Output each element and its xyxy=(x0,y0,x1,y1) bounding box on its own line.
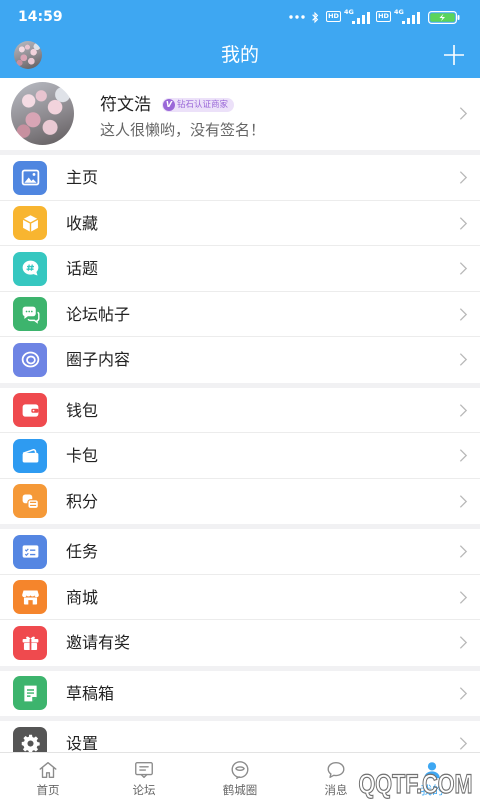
menu-group: 设置 xyxy=(0,721,480,752)
top-bar: 我的 xyxy=(0,36,480,78)
chevron-right-icon xyxy=(459,170,468,185)
menu-item-mall[interactable]: 商城 xyxy=(0,575,480,620)
menu-item-label: 论坛帖子 xyxy=(66,304,131,324)
menu-item-settings[interactable]: 设置 xyxy=(0,721,480,752)
menu-item-label: 积分 xyxy=(66,491,99,511)
card-icon xyxy=(13,438,47,473)
user-signature: 这人很懒哟，没有签名！ xyxy=(100,121,266,139)
coins-icon xyxy=(13,484,47,519)
store-icon xyxy=(13,580,47,615)
tab-label: 鹤城圈 xyxy=(222,783,258,797)
battery-charging-icon xyxy=(428,11,460,24)
hd-voice-icon: HD xyxy=(376,11,391,22)
menu-item-tasks[interactable]: 任务 xyxy=(0,529,480,575)
menu-item-invite-rewards[interactable]: 邀请有奖 xyxy=(0,620,480,666)
profile-card[interactable]: 符文浩 V 钻石认证商家 这人很懒哟，没有签名！ xyxy=(0,78,480,150)
badge-label: 钻石认证商家 xyxy=(177,100,229,110)
main-content: 符文浩 V 钻石认证商家 这人很懒哟，没有签名！ 主页 收藏 话题 论坛帖子 圈… xyxy=(0,78,480,752)
forum-board-icon xyxy=(133,759,155,781)
draft-icon xyxy=(13,676,47,711)
watermark: QQTF.COM xyxy=(358,768,473,799)
menu-item-forum-posts[interactable]: 论坛帖子 xyxy=(0,292,480,337)
chevron-right-icon xyxy=(459,635,468,650)
chevron-right-icon xyxy=(459,106,468,121)
plus-icon[interactable] xyxy=(442,43,466,67)
menu-item-points[interactable]: 积分 xyxy=(0,479,480,525)
chevron-right-icon xyxy=(459,403,468,418)
menu-item-label: 邀请有奖 xyxy=(66,633,131,652)
circle-chat-icon xyxy=(229,759,251,781)
tab-home[interactable]: 首页 xyxy=(0,753,96,800)
menu-item-label: 草稿箱 xyxy=(66,683,115,703)
menu-item-wallet[interactable]: 钱包 xyxy=(0,388,480,433)
menu-item-home[interactable]: 主页 xyxy=(0,155,480,201)
chevron-right-icon xyxy=(459,261,468,276)
status-time: 14:59 xyxy=(18,9,63,25)
tab-label: 论坛 xyxy=(132,783,156,797)
status-bar: 14:59 HD 4G HD 4G xyxy=(0,0,480,36)
chevron-right-icon xyxy=(459,686,468,701)
wallet-icon xyxy=(13,393,47,428)
menu-item-label: 话题 xyxy=(66,259,99,278)
menu-item-label: 任务 xyxy=(66,542,99,561)
message-icon xyxy=(325,759,347,781)
chevron-right-icon xyxy=(459,544,468,559)
tab-forum[interactable]: 论坛 xyxy=(96,753,192,800)
tab-hecheng-circle[interactable]: 鹤城圈 xyxy=(192,753,288,800)
menu-group: 任务 商城 邀请有奖 xyxy=(0,529,480,666)
tab-label: 首页 xyxy=(36,783,60,797)
verified-badge: V 钻石认证商家 xyxy=(162,98,235,112)
menu-item-favorites[interactable]: 收藏 xyxy=(0,201,480,246)
header-avatar[interactable] xyxy=(14,41,42,69)
menu-item-label: 钱包 xyxy=(66,400,99,420)
menu-group: 主页 收藏 话题 论坛帖子 圈子内容 xyxy=(0,155,480,383)
menu-item-cards[interactable]: 卡包 xyxy=(0,433,480,479)
bluetooth-icon xyxy=(311,11,319,24)
chevron-right-icon xyxy=(459,736,468,751)
circle-icon xyxy=(13,342,47,377)
image-icon xyxy=(13,160,47,195)
menu-item-topics[interactable]: 话题 xyxy=(0,246,480,292)
menu-item-drafts[interactable]: 草稿箱 xyxy=(0,671,480,717)
name-row: 符文浩 V 钻石认证商家 xyxy=(100,95,235,115)
menu-item-circle-content[interactable]: 圈子内容 xyxy=(0,337,480,383)
menu-item-label: 商城 xyxy=(66,587,99,607)
chevron-right-icon xyxy=(459,494,468,509)
chevron-right-icon xyxy=(459,590,468,605)
forum-icon xyxy=(13,297,47,332)
signal-strength-icon: 4G xyxy=(394,9,420,24)
gift-icon xyxy=(13,625,47,660)
home-icon xyxy=(37,759,59,781)
box-icon xyxy=(13,206,47,241)
chevron-right-icon xyxy=(459,352,468,367)
menu-item-label: 收藏 xyxy=(66,213,99,233)
signal-strength-icon: 4G xyxy=(344,9,370,24)
topic-icon xyxy=(13,251,47,286)
menu-item-label: 设置 xyxy=(66,734,99,752)
chevron-right-icon xyxy=(459,307,468,322)
chevron-right-icon xyxy=(459,448,468,463)
task-icon xyxy=(13,534,47,569)
menu-group: 草稿箱 xyxy=(0,670,480,717)
user-name: 符文浩 xyxy=(100,95,151,115)
avatar[interactable] xyxy=(11,82,74,145)
menu-item-label: 主页 xyxy=(66,168,99,187)
hd-voice-icon: HD xyxy=(326,11,341,22)
menu-item-label: 卡包 xyxy=(66,446,99,465)
page-title: 我的 xyxy=(220,44,259,66)
gear-icon xyxy=(13,726,47,752)
vip-icon: V xyxy=(163,99,175,111)
more-notifications-icon xyxy=(289,15,305,19)
menu-item-label: 圈子内容 xyxy=(66,350,131,369)
chevron-right-icon xyxy=(459,216,468,231)
menu-group: 钱包 卡包 积分 xyxy=(0,387,480,525)
